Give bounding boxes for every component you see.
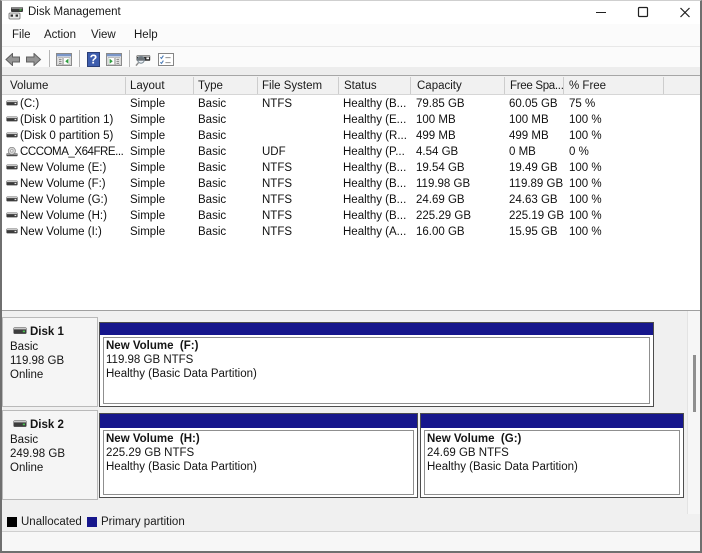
svg-text:?: ?	[90, 53, 98, 67]
